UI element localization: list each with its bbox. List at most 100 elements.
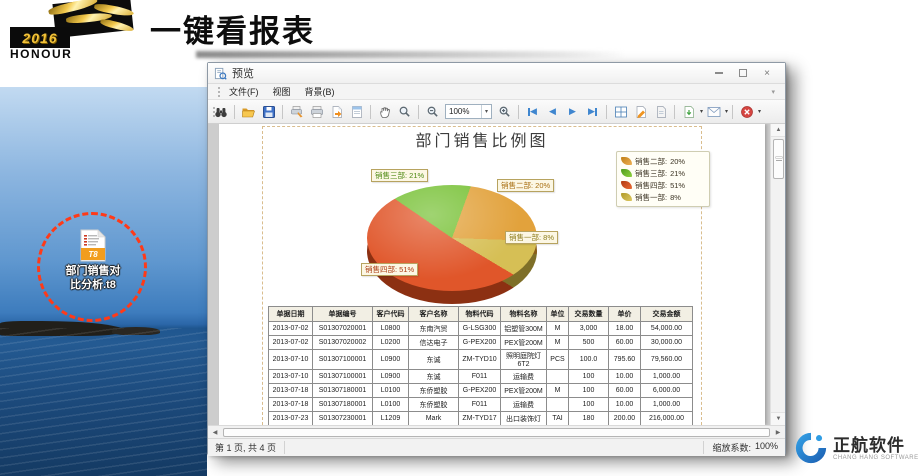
zoom-out-icon: [426, 105, 439, 118]
pie-callout-sales1: 销售一部: 8%: [505, 231, 558, 244]
page-indicator: 第 1 页, 共 4 页: [215, 441, 285, 454]
page-setup-button[interactable]: [347, 102, 366, 121]
toolbar-separator: [732, 105, 733, 119]
window-shadow: [196, 51, 626, 58]
zoom-in-button[interactable]: [495, 102, 514, 121]
zoom-factor-value: 100%: [755, 441, 778, 454]
table-row: 2013-07-18S01307180001L0100东侨塑胶F011运输费10…: [269, 398, 693, 412]
horizontal-scroll-thumb[interactable]: [223, 428, 770, 437]
logo-year: 2016: [22, 30, 57, 46]
vendor-logo: 正航软件 CHANG HANG SOFTWARE: [794, 431, 919, 465]
pie-callout-sales3: 销售三部: 21%: [371, 169, 428, 182]
first-page-button[interactable]: ◀: [523, 102, 542, 121]
print-icon: [310, 105, 324, 119]
minimize-icon: [715, 72, 723, 74]
print-button[interactable]: [307, 102, 326, 121]
open-button[interactable]: [239, 102, 258, 121]
close-dropdown-icon[interactable]: ▾: [758, 108, 761, 115]
zoom-window-button[interactable]: [395, 102, 414, 121]
table-row: 2013-07-02S01307020002L0200信达电子G-PEX200P…: [269, 336, 693, 350]
close-preview-button[interactable]: [737, 102, 756, 121]
maximize-button[interactable]: [731, 66, 755, 81]
quick-print-button[interactable]: [327, 102, 346, 121]
zoom-level-combobox[interactable]: 100% ▾: [445, 104, 492, 119]
prev-page-button[interactable]: ◀: [543, 102, 562, 121]
edit-watermark-button[interactable]: [631, 102, 650, 121]
page-title: 一键看报表: [150, 6, 315, 51]
preview-content-area: 部门销售比例图 销售二部:20% 销售三部:21% 销售四部:51% 销售一部:…: [208, 124, 785, 425]
horizontal-scrollbar[interactable]: ◀ ▶: [208, 425, 785, 438]
pan-hand-icon: [378, 105, 392, 119]
sales-detail-table: 单据日期单据编号客户代码客户名称物料代码物料名称单位交易数量单价交易金额 201…: [268, 306, 693, 425]
vendor-name: 正航软件: [833, 436, 919, 455]
vendor-swirl-icon: [794, 431, 828, 465]
toolbar-separator: [370, 105, 371, 119]
scroll-right-icon[interactable]: ▶: [771, 426, 785, 438]
scroll-left-icon[interactable]: ◀: [208, 426, 222, 438]
open-folder-icon: [241, 105, 256, 119]
zoom-factor-label: 缩放系数:: [712, 441, 751, 454]
menu-file[interactable]: 文件(F): [229, 85, 259, 98]
email-button[interactable]: [704, 102, 723, 121]
legend-item: 销售二部:20%: [621, 155, 705, 167]
zoom-out-button[interactable]: [423, 102, 442, 121]
menu-bar: 文件(F) 视图 背景(B) ▾: [208, 84, 785, 100]
pan-button[interactable]: [375, 102, 394, 121]
quick-print-icon: [330, 105, 344, 119]
sea-waves: [0, 328, 207, 476]
legend-item: 销售四部:51%: [621, 179, 705, 191]
prev-page-icon: ◀: [549, 106, 556, 117]
preview-app-icon: [214, 67, 227, 80]
menu-view[interactable]: 视图: [273, 85, 291, 98]
table-row: 2013-07-10S01307100001L0900东诚ZM-TYD10照明庭…: [269, 350, 693, 370]
vertical-scrollbar[interactable]: ▲ ▼: [770, 124, 785, 425]
export-dropdown-icon[interactable]: ▾: [700, 108, 703, 115]
close-button[interactable]: ×: [755, 66, 779, 81]
find-button[interactable]: [211, 102, 230, 121]
vertical-scroll-thumb[interactable]: [773, 139, 784, 179]
toolbar-separator: [606, 105, 607, 119]
edit-watermark-icon: [634, 105, 648, 119]
event-logo: 2016 HONOUR: [8, 0, 148, 60]
legend-swatch-green: [621, 169, 632, 177]
first-page-icon: [528, 108, 530, 116]
close-icon: ×: [764, 68, 770, 79]
export-button[interactable]: [679, 102, 698, 121]
print-setup-icon: [290, 105, 304, 119]
pie-callout-sales2: 销售二部: 20%: [497, 179, 554, 192]
next-page-button[interactable]: ▶: [563, 102, 582, 121]
maximize-icon: [739, 69, 747, 77]
export-icon: [682, 105, 696, 119]
preview-window: 预览 × 文件(F) 视图 背景(B) ▾ 100% ▾ ◀ ◀: [207, 62, 786, 455]
report-title: 部门销售比例图: [262, 127, 702, 151]
print-setup-button[interactable]: [287, 102, 306, 121]
legend-item: 销售三部:21%: [621, 167, 705, 179]
pie-callout-sales4: 销售四部: 51%: [361, 263, 418, 276]
email-dropdown-icon[interactable]: ▾: [725, 108, 728, 115]
highlight-annotation-circle: [37, 212, 147, 322]
email-icon: [707, 106, 721, 118]
status-bar: 第 1 页, 共 4 页 缩放系数: 100%: [208, 438, 785, 456]
chart-legend: 销售二部:20% 销售三部:21% 销售四部:51% 销售一部:8%: [616, 151, 710, 207]
single-page-button[interactable]: [651, 102, 670, 121]
last-page-icon: [595, 108, 597, 116]
scroll-down-icon[interactable]: ▼: [771, 412, 785, 425]
table-header-row: 单据日期单据编号客户代码客户名称物料代码物料名称单位交易数量单价交易金额: [269, 307, 693, 322]
legend-swatch-yellow: [621, 193, 632, 201]
toolbar: 100% ▾ ◀ ◀ ▶ ▶ ▾ ▾ ▾: [208, 100, 785, 124]
menu-overflow-icon[interactable]: ▾: [771, 88, 775, 96]
multipage-view-button[interactable]: [611, 102, 630, 121]
report-page: 部门销售比例图 销售二部:20% 销售三部:21% 销售四部:51% 销售一部:…: [219, 124, 765, 425]
logo-year-box: 2016: [10, 27, 70, 48]
save-button[interactable]: [259, 102, 278, 121]
menu-background[interactable]: 背景(B): [305, 85, 335, 98]
last-page-button[interactable]: ▶: [583, 102, 602, 121]
scroll-up-icon[interactable]: ▲: [771, 124, 785, 137]
window-titlebar: 预览 ×: [208, 63, 785, 84]
legend-swatch-red: [621, 181, 632, 189]
zoom-in-icon: [498, 105, 511, 118]
zoom-window-icon: [398, 105, 411, 118]
minimize-button[interactable]: [707, 66, 731, 81]
combo-dropdown-icon[interactable]: ▾: [481, 105, 491, 118]
close-preview-icon: [740, 105, 754, 119]
